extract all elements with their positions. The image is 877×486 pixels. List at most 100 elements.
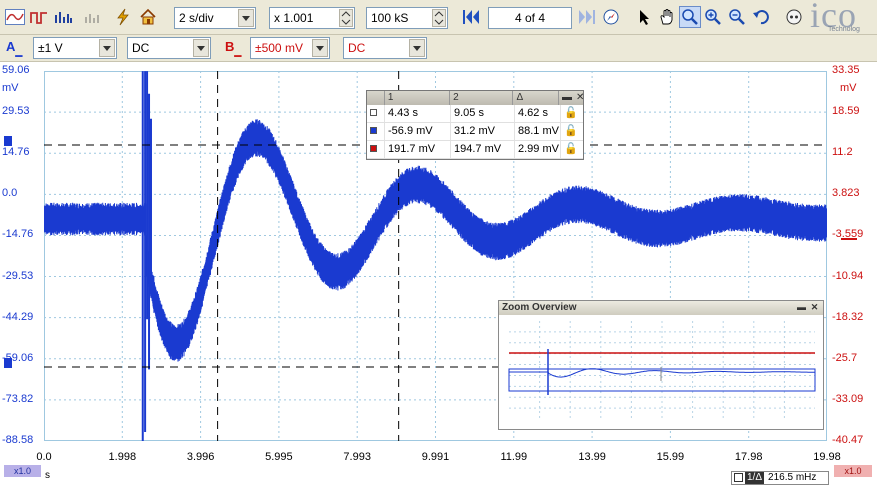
zoom-overview-titlebar: Zoom Overview ▬ ✕ (499, 301, 823, 315)
lock-icon[interactable]: 🔓 (561, 105, 583, 122)
zoom-out-icon[interactable] (726, 6, 748, 28)
frequency-label: 1/Δ (745, 472, 765, 484)
channel-a-coupling-select[interactable]: DC (127, 37, 211, 59)
measurement-row: 4.43 s 9.05 s 4.62 s 🔓 (367, 105, 583, 123)
trigger-lightning-icon[interactable] (112, 6, 134, 28)
chevron-down-icon[interactable] (193, 39, 209, 57)
home-icon[interactable] (137, 6, 159, 28)
x-axis-tick: 13.99 (578, 451, 606, 463)
channel-toolbar: A▁ ±1 V DC B▁ ±500 mV DC (0, 35, 877, 62)
x-axis-tick: 17.98 (734, 451, 763, 463)
panel-controls: ▬ ✕ (559, 91, 584, 105)
right-axis-tick: -25.7 (832, 351, 858, 364)
channel-b-offset-marker[interactable] (841, 238, 857, 240)
logo-subtext: Technolog (828, 26, 860, 33)
x-axis-tick: 1.998 (108, 451, 137, 463)
zoom-factor-field[interactable]: x 1.001 (269, 7, 355, 29)
zoom-region-icon[interactable] (679, 6, 701, 28)
header-col2: 2 (450, 91, 514, 105)
ruler-2-value: 31.2 mV (451, 123, 515, 140)
ruler-2-value: 194.7 mV (451, 141, 515, 158)
zoom-overview-title: Zoom Overview (502, 302, 577, 313)
header-col1: 1 (385, 91, 451, 105)
main-toolbar: 2 s/div x 1.001 100 kS 4 of 4 ico Techno… (0, 0, 877, 35)
ruler-1-value: -56.9 mV (385, 123, 451, 140)
pan-hand-icon[interactable] (656, 6, 678, 28)
channel-b-range-select[interactable]: ±500 mV (250, 37, 330, 59)
zoom-overview-svg[interactable] (499, 315, 823, 429)
compass-icon[interactable] (600, 6, 622, 28)
timebase-select[interactable]: 2 s/div (174, 7, 256, 29)
row-swatch (367, 105, 385, 122)
channel-b-coupling-select[interactable]: DC (343, 37, 427, 59)
chevron-down-icon[interactable] (409, 39, 425, 57)
x-axis-tick: 0.0 (36, 451, 52, 463)
next-page-icon[interactable] (576, 6, 598, 28)
channel-a-label: A▁ (6, 39, 23, 57)
right-axis-unit: mV (840, 82, 857, 94)
left-axis-tick: -44.29 (2, 310, 34, 323)
right-axis-tick: 33.35 (832, 64, 860, 76)
scope-mode-icon[interactable] (4, 6, 26, 28)
left-axis-tick: 0.0 (2, 187, 18, 200)
right-axis-tick: 3.823 (832, 187, 860, 200)
left-axis-tick: -14.76 (2, 228, 34, 241)
left-axis-tick: 29.53 (2, 105, 30, 118)
first-page-icon[interactable] (460, 6, 482, 28)
delta-value: 2.99 mV (515, 141, 561, 158)
measurement-row: -56.9 mV 31.2 mV 88.1 mV 🔓 (367, 123, 583, 141)
header-delta: Δ (513, 91, 559, 105)
zoom-overview-icon[interactable] (783, 6, 805, 28)
row-swatch (367, 141, 385, 158)
header-spacer (367, 91, 385, 105)
disabled-mode-icon (82, 6, 104, 28)
delta-value: 88.1 mV (515, 123, 561, 140)
left-scale-value: x1.0 (13, 466, 31, 476)
close-icon[interactable]: ✕ (809, 302, 820, 313)
lock-icon[interactable]: 🔓 (561, 141, 583, 158)
undo-zoom-icon[interactable] (750, 6, 772, 28)
row-swatch (367, 123, 385, 140)
left-axis-tick: -88.58 (2, 434, 34, 446)
delta-checkbox[interactable] (734, 473, 743, 482)
ruler-measurements-panel[interactable]: 1 2 Δ ▬ ✕ 4.43 s 9.05 s 4.62 s 🔓 -56.9 mV 31.… (366, 90, 584, 160)
chevron-down-icon[interactable] (99, 39, 115, 57)
zoom-overview-window[interactable]: Zoom Overview ▬ ✕ (498, 300, 824, 430)
channel-a-range-select[interactable]: ±1 V (33, 37, 117, 59)
right-axis-tick: -33.09 (832, 392, 864, 405)
x-axis-tick: 15.99 (656, 451, 685, 463)
page-indicator: 4 of 4 (488, 7, 572, 29)
ruler-handle-2[interactable] (4, 358, 12, 368)
right-axis-tick: -40.47 (832, 434, 864, 446)
x-axis-tick: 3.996 (186, 451, 215, 463)
x-axis-tick: 9.991 (421, 451, 450, 463)
ruler-1-value: 4.43 s (385, 105, 451, 122)
zoom-in-icon[interactable] (702, 6, 724, 28)
left-axis-tick: 14.76 (2, 146, 30, 159)
right-scale-badge: x1.0 (834, 465, 872, 477)
persistence-mode-icon[interactable] (28, 6, 50, 28)
chevron-down-icon[interactable] (238, 9, 254, 27)
select-pointer-icon[interactable] (633, 6, 655, 28)
spectrum-mode-icon[interactable] (52, 6, 74, 28)
logo: ico Technolog (808, 0, 877, 35)
samples-field[interactable]: 100 kS (366, 7, 448, 29)
close-icon[interactable]: ✕ (576, 91, 584, 105)
left-scale-badge: x1.0 (4, 465, 41, 477)
right-axis-tick: -18.32 (832, 310, 864, 323)
chevron-down-icon[interactable] (312, 39, 328, 57)
frequency-readout: 1/Δ 216.5 mHz (731, 471, 829, 485)
measurement-row: 191.7 mV 194.7 mV 2.99 mV 🔓 (367, 141, 583, 159)
left-axis-tick: -29.53 (2, 269, 34, 282)
ruler-handle-1[interactable] (4, 136, 12, 146)
minimize-icon[interactable]: ▬ (796, 302, 807, 313)
spinner-icon[interactable] (339, 9, 353, 27)
spinner-icon[interactable] (432, 9, 446, 27)
ruler-1-value: 191.7 mV (385, 141, 451, 158)
left-axis-tick: -73.82 (2, 392, 34, 405)
zoom-factor-value: x 1.001 (274, 11, 314, 25)
minimize-icon[interactable]: ▬ (562, 91, 572, 105)
left-axis-tick: 59.06 (2, 64, 30, 76)
right-axis-tick: -10.94 (832, 269, 864, 282)
lock-icon[interactable]: 🔓 (561, 123, 583, 140)
